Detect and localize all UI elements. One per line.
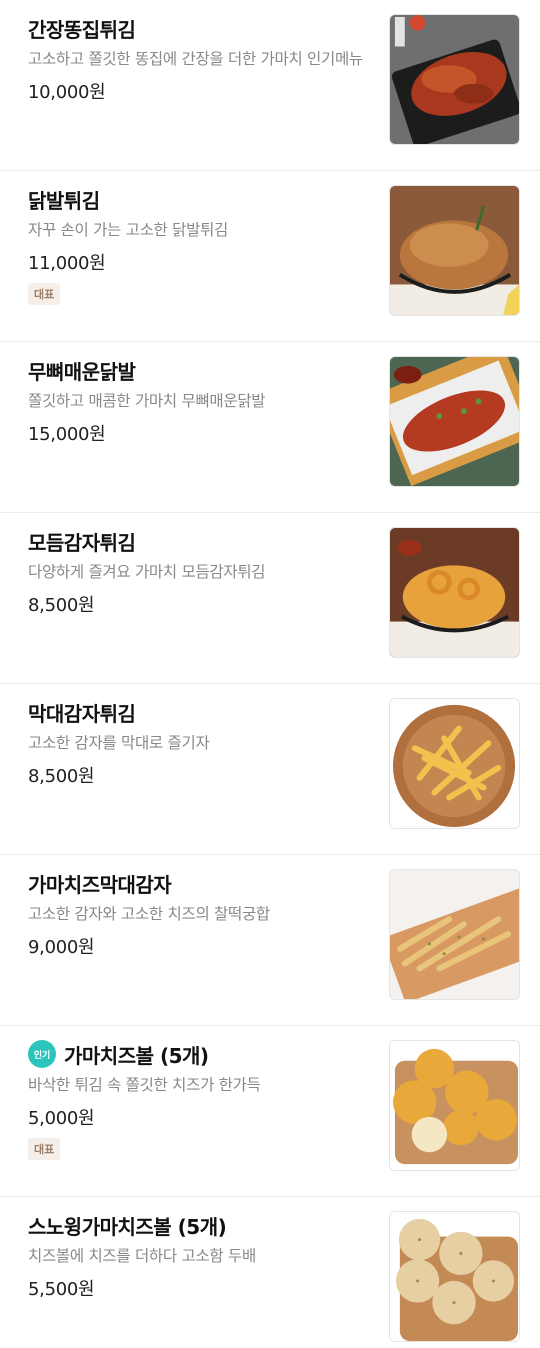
menu-item-name-row: 인기 가마치즈볼 (5개) bbox=[28, 1040, 368, 1068]
spicy-chicken-feet-food-photo bbox=[389, 356, 520, 487]
menu-item-description: 쫄깃하고 매콤한 가마치 무뼈매운닭발 bbox=[28, 392, 266, 410]
menu-item-info: 무뼈매운닭발 쫄깃하고 매콤한 가마치 무뼈매운닭발 15,000원 bbox=[28, 356, 368, 446]
menu-item-gamachijeu-makdae-gamja[interactable]: 가마치즈막대감자 고소한 감자와 고소한 치즈의 찰떡궁합 9,000원 bbox=[0, 855, 540, 1026]
menu-item-name-row: 간장똥집튀김 bbox=[28, 14, 368, 42]
menu-item-makdae-gamja-twigim[interactable]: 막대감자튀김 고소한 감자를 막대로 즐기자 8,500원 bbox=[0, 684, 540, 855]
menu-item-price: 5,500원 bbox=[28, 1279, 95, 1300]
menu-item-dakbal-twigim[interactable]: 닭발튀김 자꾸 손이 가는 고소한 닭발튀김 11,000원 대표 bbox=[0, 171, 540, 342]
menu-item-info: 간장똥집튀김 고소하고 쫄깃한 똥집에 간장을 더한 가마치 인기메뉴 10,0… bbox=[28, 14, 368, 104]
menu-item-name: 무뼈매운닭발 bbox=[28, 359, 136, 384]
menu-item-description: 바삭한 튀김 속 쫄깃한 치즈가 한가득 bbox=[28, 1076, 261, 1094]
menu-item-modeum-gamja-twigim[interactable]: 모듬감자튀김 다양하게 즐겨요 가마치 모듬감자튀김 8,500원 bbox=[0, 513, 540, 684]
menu-item-price: 10,000원 bbox=[28, 82, 106, 103]
menu-item-gamachijeu-ball[interactable]: 인기 가마치즈볼 (5개) 바삭한 튀김 속 쫄깃한 치즈가 한가득 5,000… bbox=[0, 1026, 540, 1197]
menu-item-name-row: 닭발튀김 bbox=[28, 185, 368, 213]
menu-item-name: 간장똥집튀김 bbox=[28, 17, 136, 42]
stick-fries-food-photo bbox=[389, 698, 520, 829]
fried-gizzard-food-photo bbox=[389, 14, 520, 145]
menu-item-price: 8,500원 bbox=[28, 595, 95, 616]
menu-list: 간장똥집튀김 고소하고 쫄깃한 똥집에 간장을 더한 가마치 인기메뉴 10,0… bbox=[0, 0, 540, 1348]
menu-item-name-row: 막대감자튀김 bbox=[28, 698, 368, 726]
menu-item-info: 가마치즈막대감자 고소한 감자와 고소한 치즈의 찰떡궁합 9,000원 bbox=[28, 869, 368, 959]
fried-chicken-feet-food-photo bbox=[389, 185, 520, 316]
menu-item-name-row: 스노윙가마치즈볼 (5개) bbox=[28, 1211, 368, 1239]
cheese-fries-food-photo bbox=[389, 869, 520, 1000]
representative-badge: 대표 bbox=[28, 1138, 61, 1160]
menu-item-price: 11,000원 bbox=[28, 253, 106, 274]
menu-item-info: 인기 가마치즈볼 (5개) 바삭한 튀김 속 쫄깃한 치즈가 한가득 5,000… bbox=[28, 1040, 368, 1160]
menu-item-info: 모듬감자튀김 다양하게 즐겨요 가마치 모듬감자튀김 8,500원 bbox=[28, 527, 368, 617]
menu-item-snowing-gamachijeu-ball[interactable]: 스노윙가마치즈볼 (5개) 치즈볼에 치즈를 더하다 고소함 두배 5,500원 bbox=[0, 1197, 540, 1348]
menu-item-name-row: 무뼈매운닭발 bbox=[28, 356, 368, 384]
menu-item-info: 스노윙가마치즈볼 (5개) 치즈볼에 치즈를 더하다 고소함 두배 5,500원 bbox=[28, 1211, 368, 1301]
representative-badge: 대표 bbox=[28, 283, 61, 305]
menu-item-price: 9,000원 bbox=[28, 937, 95, 958]
cheese-balls-food-photo bbox=[389, 1040, 520, 1171]
menu-item-name: 모듬감자튀김 bbox=[28, 530, 136, 555]
menu-item-price: 5,000원 bbox=[28, 1108, 95, 1129]
menu-item-info: 닭발튀김 자꾸 손이 가는 고소한 닭발튀김 11,000원 대표 bbox=[28, 185, 368, 305]
menu-item-description: 치즈볼에 치즈를 더하다 고소함 두배 bbox=[28, 1247, 256, 1265]
menu-item-price: 8,500원 bbox=[28, 766, 95, 787]
menu-item-name-row: 모듬감자튀김 bbox=[28, 527, 368, 555]
menu-item-mupyeo-maeun-dakbal[interactable]: 무뼈매운닭발 쫄깃하고 매콤한 가마치 무뼈매운닭발 15,000원 bbox=[0, 342, 540, 513]
popular-badge: 인기 bbox=[28, 1040, 56, 1068]
menu-item-description: 자꾸 손이 가는 고소한 닭발튀김 bbox=[28, 221, 228, 239]
menu-item-description: 다양하게 즐겨요 가마치 모듬감자튀김 bbox=[28, 563, 266, 581]
menu-item-description: 고소하고 쫄깃한 똥집에 간장을 더한 가마치 인기메뉴 bbox=[28, 50, 363, 68]
menu-item-info: 막대감자튀김 고소한 감자를 막대로 즐기자 8,500원 bbox=[28, 698, 368, 788]
menu-item-name: 가마치즈막대감자 bbox=[28, 872, 172, 897]
menu-item-description: 고소한 감자와 고소한 치즈의 찰떡궁합 bbox=[28, 905, 270, 923]
menu-item-name-row: 가마치즈막대감자 bbox=[28, 869, 368, 897]
menu-item-price: 15,000원 bbox=[28, 424, 106, 445]
menu-item-name: 닭발튀김 bbox=[28, 188, 100, 213]
snowing-cheese-balls-food-photo bbox=[389, 1211, 520, 1342]
menu-item-name: 가마치즈볼 (5개) bbox=[64, 1043, 209, 1068]
menu-item-description: 고소한 감자를 막대로 즐기자 bbox=[28, 734, 210, 752]
menu-item-ganjang-ttongjip[interactable]: 간장똥집튀김 고소하고 쫄깃한 똥집에 간장을 더한 가마치 인기메뉴 10,0… bbox=[0, 0, 540, 171]
menu-item-name: 막대감자튀김 bbox=[28, 701, 136, 726]
assorted-fries-food-photo bbox=[389, 527, 520, 658]
menu-item-name: 스노윙가마치즈볼 (5개) bbox=[28, 1214, 227, 1239]
